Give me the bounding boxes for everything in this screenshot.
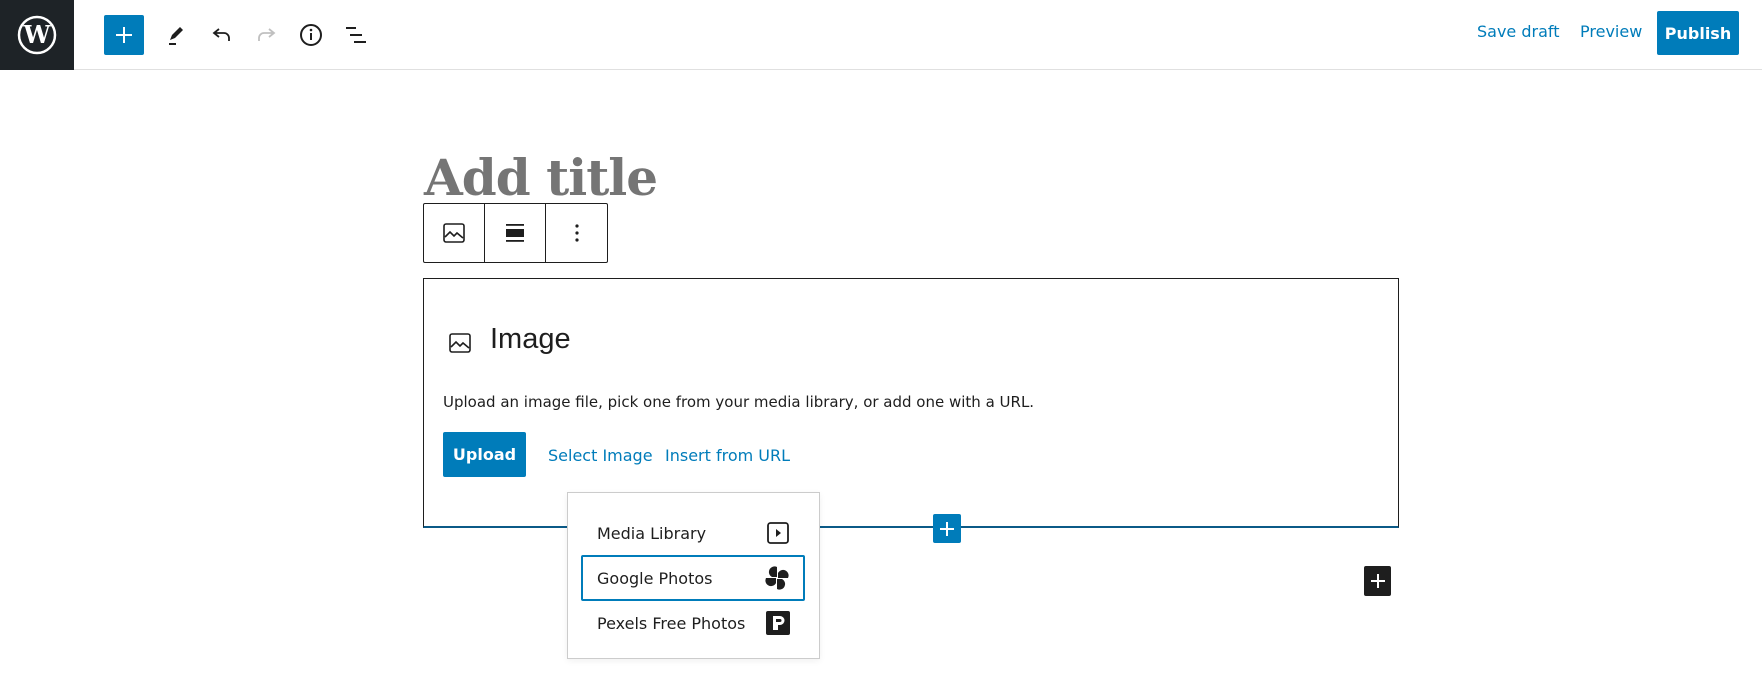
block-type-button[interactable] xyxy=(424,204,485,262)
post-title-input[interactable]: Add title xyxy=(424,148,658,207)
menu-item-google-photos[interactable]: Google Photos xyxy=(581,555,805,601)
options-button[interactable] xyxy=(546,204,607,262)
tools-button[interactable] xyxy=(156,15,196,55)
image-icon xyxy=(443,223,465,243)
list-view-button[interactable] xyxy=(336,15,376,55)
preview-button[interactable]: Preview xyxy=(1580,22,1642,41)
menu-item-media-library[interactable]: Media Library xyxy=(581,510,805,556)
plus-icon xyxy=(940,521,954,536)
media-library-icon xyxy=(767,522,789,544)
add-block-button[interactable] xyxy=(104,15,144,55)
add-block-inline-button[interactable] xyxy=(1364,566,1391,596)
redo-button[interactable] xyxy=(246,15,286,55)
more-vertical-icon xyxy=(574,224,579,242)
details-button[interactable] xyxy=(291,15,331,55)
align-icon xyxy=(506,224,524,242)
undo-button[interactable] xyxy=(202,15,242,55)
editor-header: W Save draft Preview Publish xyxy=(0,0,1762,70)
google-photos-icon xyxy=(765,566,789,590)
info-icon xyxy=(300,24,322,46)
insert-from-url-button[interactable]: Insert from URL xyxy=(665,446,790,465)
redo-icon xyxy=(258,28,276,41)
select-image-menu: Media Library Google Photos Pexels Free … xyxy=(567,492,820,659)
list-view-icon xyxy=(346,27,366,43)
wordpress-icon: W xyxy=(17,15,57,55)
menu-item-label: Google Photos xyxy=(597,568,713,588)
block-toolbar xyxy=(423,203,608,263)
select-image-button[interactable]: Select Image xyxy=(548,446,653,465)
publish-button[interactable]: Publish xyxy=(1657,11,1739,55)
align-button[interactable] xyxy=(485,204,546,262)
image-block-instructions: Upload an image file, pick one from your… xyxy=(443,393,1035,411)
menu-item-label: Media Library xyxy=(597,523,707,543)
undo-icon xyxy=(212,28,230,41)
wordpress-logo[interactable]: W xyxy=(0,0,74,70)
menu-item-label: Pexels Free Photos xyxy=(597,613,746,633)
image-block-label: Image xyxy=(490,323,571,355)
plus-icon xyxy=(116,27,132,43)
pexels-icon xyxy=(766,611,790,635)
svg-text:W: W xyxy=(23,20,52,49)
pencil-icon xyxy=(169,27,183,45)
save-draft-button[interactable]: Save draft xyxy=(1477,22,1560,41)
image-icon xyxy=(449,333,471,353)
plus-icon xyxy=(1370,574,1385,588)
image-block-placeholder[interactable]: Image Upload an image file, pick one fro… xyxy=(423,278,1399,528)
insert-block-between-button[interactable] xyxy=(933,514,961,543)
upload-button[interactable]: Upload xyxy=(443,432,526,477)
menu-item-pexels[interactable]: Pexels Free Photos xyxy=(581,600,805,646)
